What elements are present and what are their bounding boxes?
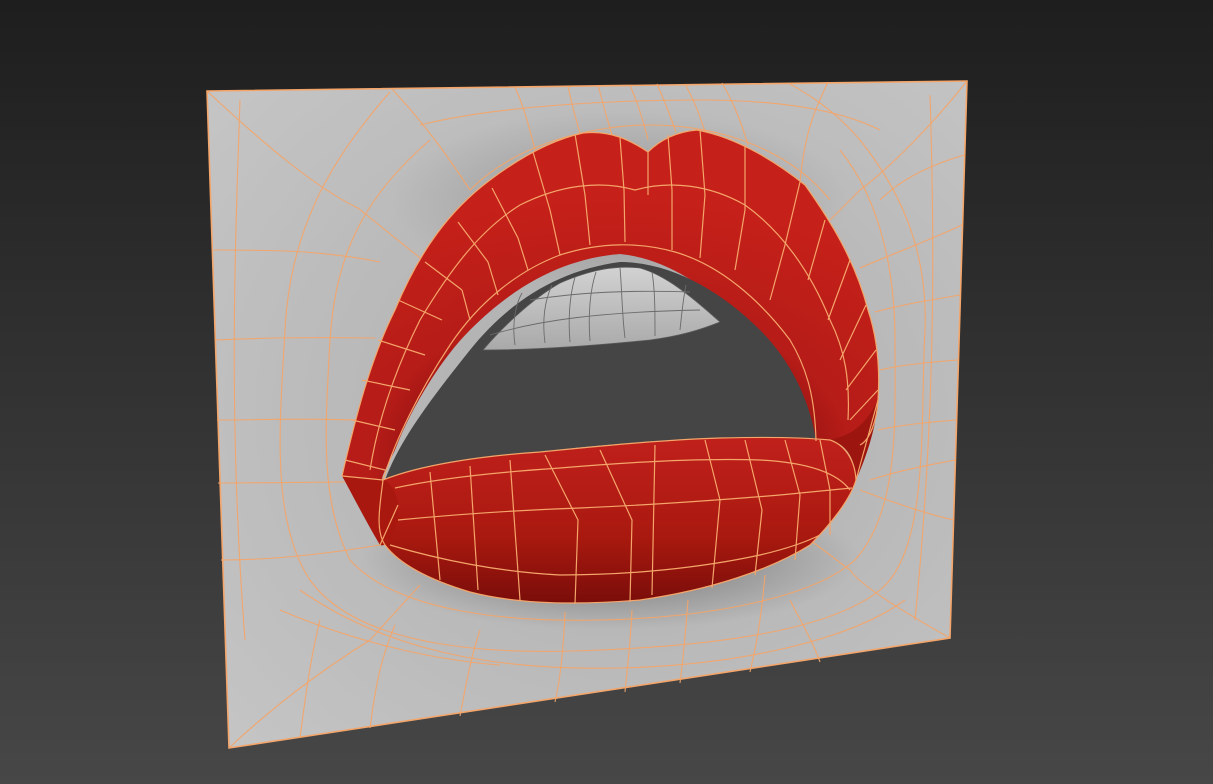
lips-3d-model[interactable] [0,0,1213,784]
3d-viewport[interactable] [0,0,1213,784]
